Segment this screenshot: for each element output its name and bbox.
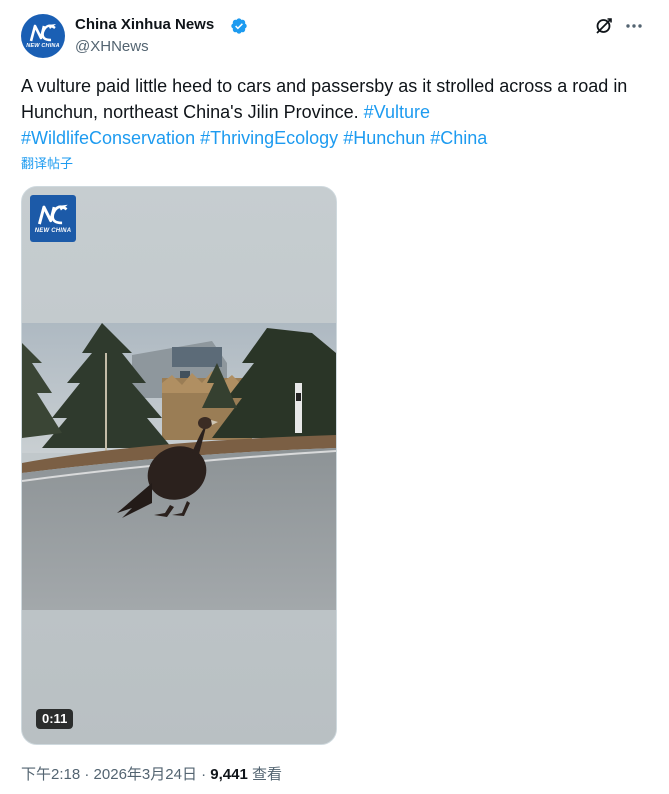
avatar[interactable]: NEW CHINA bbox=[21, 14, 65, 58]
watermark-inner: NEW CHINA bbox=[35, 203, 71, 234]
tweet-text: A vulture paid little heed to cars and p… bbox=[21, 73, 651, 151]
avatar-logo-text: NEW CHINA bbox=[26, 42, 60, 49]
translate-post-link[interactable]: 翻译帖子 bbox=[21, 155, 73, 173]
more-icon[interactable] bbox=[624, 16, 644, 36]
tweet-body: A vulture paid little heed to cars and p… bbox=[21, 76, 628, 122]
grok-icon[interactable] bbox=[594, 16, 614, 36]
meta-separator: · bbox=[84, 766, 90, 783]
hashtag-link[interactable]: #ThrivingEcology bbox=[200, 128, 338, 148]
video-duration-badge: 0:11 bbox=[36, 709, 74, 729]
post-date[interactable]: 2026年3月24日 bbox=[94, 766, 197, 783]
hashtag-link[interactable]: #Hunchun bbox=[343, 128, 425, 148]
nc-logo-icon bbox=[29, 23, 56, 42]
hashtag-link[interactable]: #WildlifeConservation bbox=[21, 128, 195, 148]
hashtag-link[interactable]: #China bbox=[430, 128, 487, 148]
hashtag-link[interactable]: #Vulture bbox=[364, 102, 430, 122]
author-name[interactable]: China Xinhua News bbox=[75, 15, 214, 35]
nc-logo-icon bbox=[37, 204, 68, 225]
views-label: 查看 bbox=[252, 766, 283, 783]
post-metadata: 下午2:18 · 2026年3月24日 · 9,441 查看 bbox=[21, 765, 282, 785]
video-player[interactable]: NEW CHINA 0:11 bbox=[21, 186, 337, 745]
post-time[interactable]: 下午2:18 bbox=[21, 766, 80, 783]
verified-badge-icon bbox=[231, 18, 247, 34]
video-watermark-logo: NEW CHINA bbox=[30, 195, 76, 242]
views-count: 9,441 bbox=[210, 766, 248, 783]
author-handle[interactable]: @XHNews bbox=[75, 37, 149, 57]
watermark-text: NEW CHINA bbox=[34, 228, 72, 234]
xinhua-logo: NEW CHINA bbox=[26, 23, 60, 50]
meta-separator: · bbox=[201, 766, 207, 783]
video-frame bbox=[22, 323, 336, 610]
